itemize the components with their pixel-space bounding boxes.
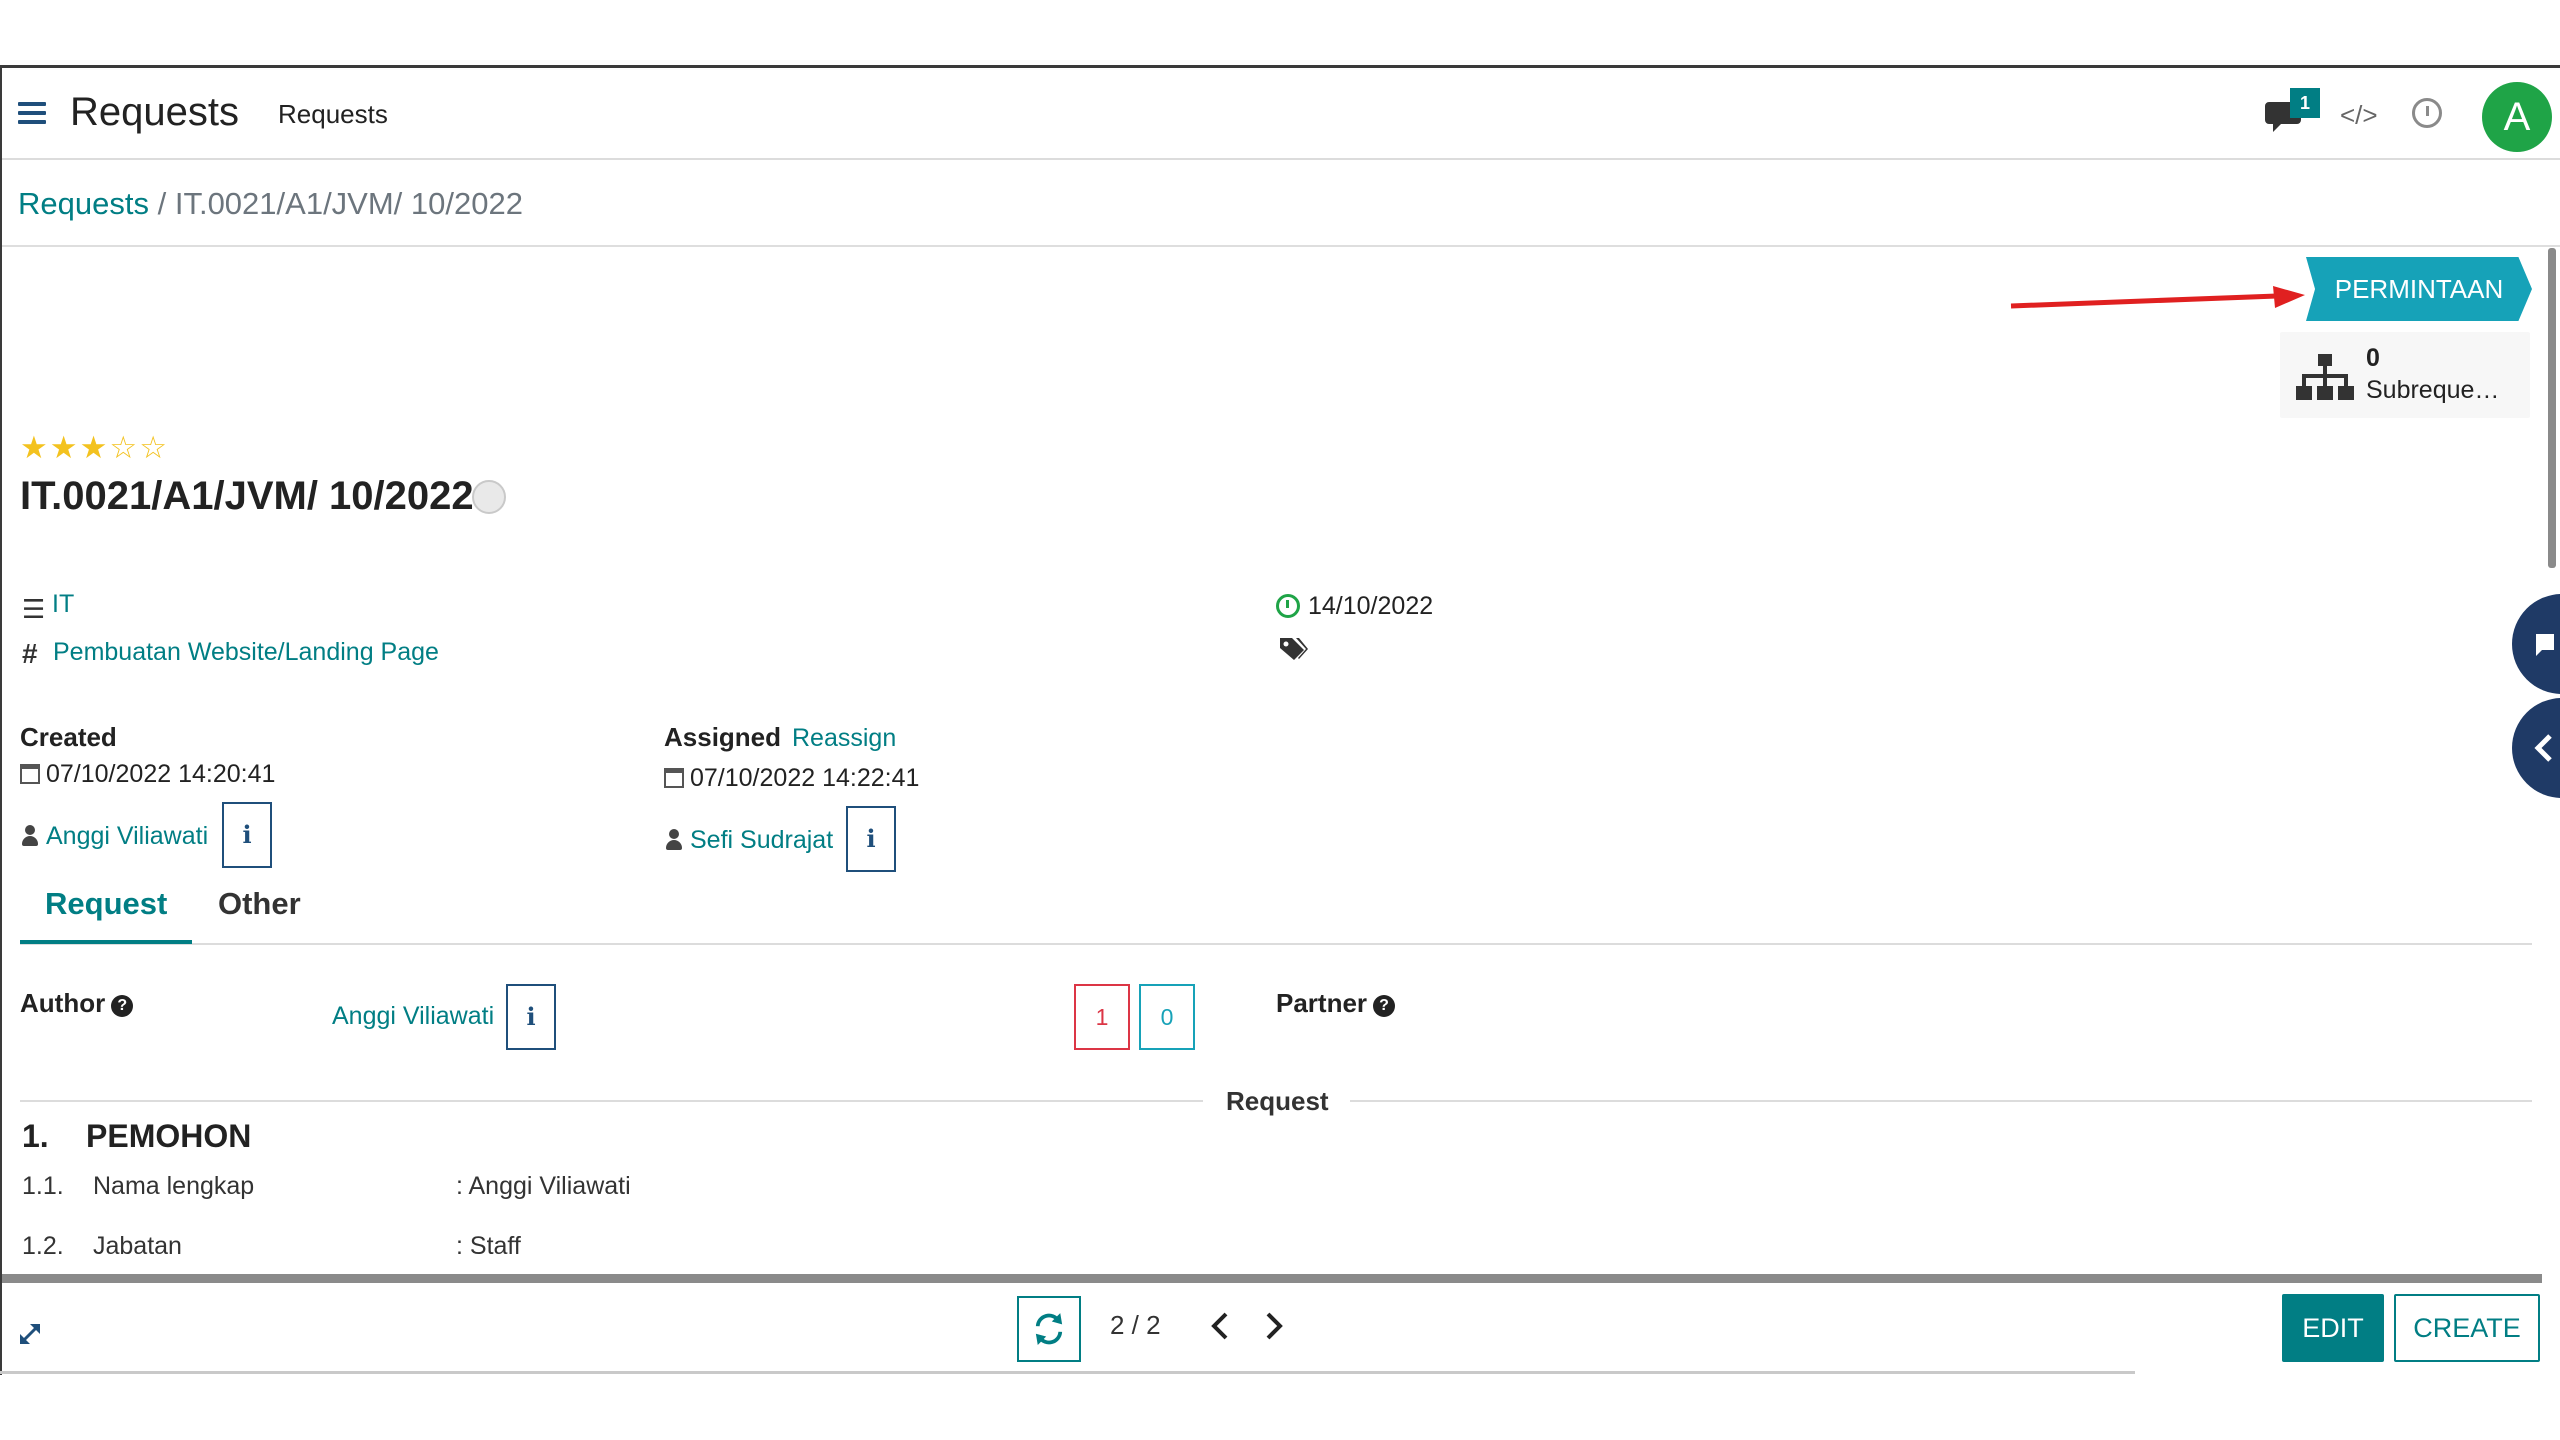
hamburger-menu-icon[interactable] [18, 102, 46, 124]
subrequests-count: 0 [2366, 344, 2380, 372]
separator-line-left [20, 1100, 1203, 1102]
reassign-link[interactable]: Reassign [792, 724, 896, 753]
star-empty-icon[interactable]: ☆ [139, 430, 169, 465]
calendar-icon [20, 764, 40, 784]
assigned-user-row: Sefi Sudrajat [666, 826, 833, 855]
list-item-number: 1.1. [22, 1172, 64, 1200]
tabs-baseline [20, 943, 2532, 945]
kanban-state-icon[interactable] [472, 480, 506, 514]
sitemap-icon [2296, 354, 2354, 400]
assigned-datetime: 07/10/2022 14:22:41 [690, 764, 920, 792]
app-window: Requests Requests 1 </> A Requests / IT.… [0, 0, 2560, 1440]
chevron-left-icon [2534, 734, 2552, 762]
frame-bottom-border [0, 1371, 2135, 1374]
created-datetime-row: 07/10/2022 14:20:41 [20, 760, 275, 789]
chat-badge: 1 [2290, 88, 2320, 118]
assigned-user-info-button[interactable]: i [846, 806, 896, 872]
star-empty-icon[interactable]: ☆ [109, 430, 139, 465]
created-user-link[interactable]: Anggi Viliawati [46, 822, 208, 850]
chevron-left-icon[interactable] [1208, 1310, 1232, 1342]
tags-icon[interactable] [1278, 636, 1308, 662]
list-item-key: Nama lengkap [93, 1172, 255, 1200]
subrequests-label: Subreque… [2366, 376, 2500, 404]
tab-request[interactable]: Request [45, 886, 167, 922]
author-count-red-button[interactable]: 1 [1074, 984, 1130, 1050]
app-title[interactable]: Requests [70, 90, 239, 135]
chevron-right-icon[interactable] [1262, 1310, 1286, 1342]
breadcrumb: Requests / IT.0021/A1/JVM/ 10/2022 [18, 186, 523, 222]
user-icon [666, 829, 682, 851]
horizontal-scrollbar[interactable] [2, 1274, 2542, 1283]
side-collapse-tab[interactable] [2512, 698, 2560, 798]
pager-value[interactable]: 2 / 2 [1110, 1310, 1161, 1341]
created-label: Created [20, 722, 117, 752]
author-label: Author [20, 988, 106, 1018]
list-icon: ☰ [22, 594, 46, 624]
deadline-clock-icon [1276, 594, 1300, 618]
section-separator-label: Request [1226, 1086, 1329, 1116]
assigned-label: Assigned [664, 722, 782, 752]
status-ribbon[interactable]: PERMINTAAN [2306, 257, 2532, 321]
activity-clock-icon[interactable] [2412, 98, 2442, 128]
header-divider [2, 245, 2560, 247]
calendar-icon [664, 768, 684, 788]
category-link[interactable]: IT [52, 590, 74, 619]
hashtag-icon: # [22, 638, 38, 669]
vertical-scrollbar[interactable] [2548, 248, 2556, 568]
list-item-value: : Anggi Viliawati [456, 1172, 631, 1200]
refresh-icon [1035, 1313, 1063, 1345]
frame-left-border [0, 65, 2, 1375]
debug-code-icon[interactable]: </> [2340, 100, 2378, 131]
breadcrumb-current: IT.0021/A1/JVM/ 10/2022 [174, 186, 523, 221]
chat-bubble-icon [2536, 634, 2554, 656]
partner-label: Partner [1276, 988, 1368, 1018]
help-icon[interactable]: ? [1373, 995, 1396, 1017]
side-chat-tab[interactable] [2512, 594, 2560, 694]
annotation-arrow-icon [2010, 286, 2305, 309]
refresh-button[interactable] [1017, 1296, 1081, 1362]
request-type-link[interactable]: Pembuatan Website/Landing Page [53, 638, 439, 667]
menu-item-requests[interactable]: Requests [278, 99, 388, 130]
created-user-row: Anggi Viliawati [22, 822, 208, 851]
author-info-button[interactable]: i [506, 984, 556, 1050]
user-icon [22, 825, 38, 847]
assigned-datetime-row: 07/10/2022 14:22:41 [664, 764, 919, 793]
author-link[interactable]: Anggi Viliawati [332, 1002, 494, 1031]
list-item-number: 1.2. [22, 1232, 64, 1260]
expand-icon[interactable] [16, 1320, 44, 1348]
list-item-key: Jabatan [93, 1232, 182, 1260]
list-item-value: : Staff [456, 1232, 521, 1260]
record-title: IT.0021/A1/JVM/ 10/2022 [20, 474, 474, 518]
edit-button[interactable]: EDIT [2282, 1294, 2384, 1362]
tab-other[interactable]: Other [218, 886, 301, 922]
star-full-icon[interactable]: ★ [20, 430, 50, 465]
active-tab-indicator [20, 940, 192, 944]
separator-line-right [1350, 1100, 2532, 1102]
create-button[interactable]: CREATE [2394, 1294, 2540, 1362]
help-icon[interactable]: ? [111, 995, 134, 1017]
author-count-teal-button[interactable]: 0 [1139, 984, 1195, 1050]
author-field-label: Author? [20, 988, 134, 1019]
assigned-user-link[interactable]: Sefi Sudrajat [690, 826, 833, 854]
priority-stars[interactable]: ★★★☆☆ [20, 430, 169, 466]
document-heading-number: 1. [22, 1118, 49, 1154]
created-datetime: 07/10/2022 14:20:41 [46, 760, 276, 788]
document-heading: PEMOHON [86, 1118, 252, 1154]
user-avatar[interactable]: A [2482, 82, 2552, 152]
breadcrumb-separator: / [157, 186, 167, 221]
star-full-icon[interactable]: ★ [80, 430, 110, 465]
partner-field-label: Partner? [1276, 988, 1396, 1019]
created-user-info-button[interactable]: i [222, 802, 272, 868]
star-full-icon[interactable]: ★ [50, 430, 80, 465]
breadcrumb-parent[interactable]: Requests [18, 186, 149, 221]
deadline-date[interactable]: 14/10/2022 [1308, 592, 1433, 621]
